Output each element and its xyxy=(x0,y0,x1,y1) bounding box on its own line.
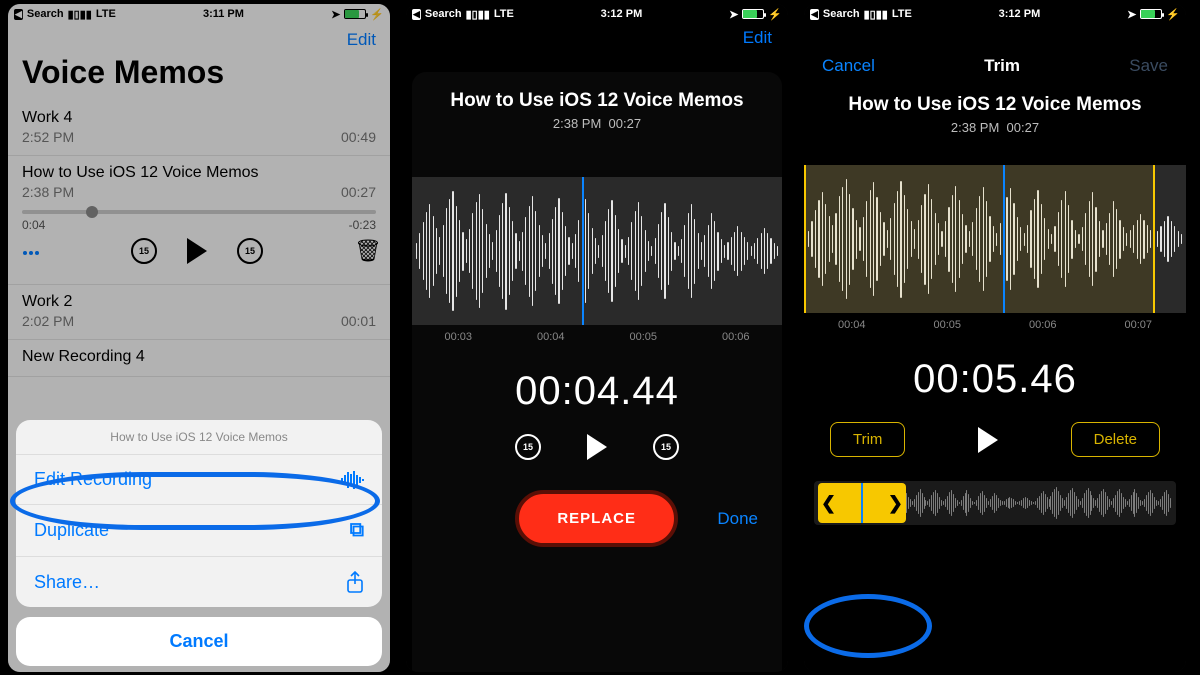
memo-row-expanded[interactable]: How to Use iOS 12 Voice Memos 2:38 PM00:… xyxy=(8,156,390,285)
cancel-button[interactable]: Cancel xyxy=(822,56,875,76)
duplicate-icon: ⧉ xyxy=(350,519,364,542)
search-label: Search xyxy=(27,8,64,20)
waveform-icon xyxy=(340,470,364,490)
charging-icon: ⚡ xyxy=(768,8,782,21)
battery-icon xyxy=(344,9,366,19)
location-icon: ➤ xyxy=(1127,8,1136,21)
charging-icon: ⚡ xyxy=(1166,8,1180,21)
status-bar: ◀ Search ▮▯▮▮ LTE 3:12 PM ➤ ⚡ xyxy=(406,4,788,24)
memo-title: How to Use iOS 12 Voice Memos xyxy=(22,164,376,182)
delete-button[interactable]: 🗑 xyxy=(354,238,376,264)
replace-button[interactable]: REPLACE xyxy=(515,490,678,547)
share-icon xyxy=(346,571,364,593)
charging-icon: ⚡ xyxy=(370,8,384,21)
play-button[interactable] xyxy=(587,434,607,460)
save-button[interactable]: Save xyxy=(1129,56,1168,76)
share-button[interactable]: Share… xyxy=(16,557,382,607)
skip-forward-15-icon[interactable] xyxy=(237,238,263,264)
clock: 3:12 PM xyxy=(601,8,643,20)
edit-button[interactable]: Edit xyxy=(406,24,788,50)
trim-grip-left[interactable]: ❮ xyxy=(821,493,836,514)
time-ruler: 00:0300:04 00:0500:06 xyxy=(412,331,782,343)
memo-subinfo: 2:38 PM 00:27 xyxy=(804,120,1186,135)
back-search-chip[interactable]: ◀ xyxy=(412,9,421,20)
clock: 3:11 PM xyxy=(203,8,244,20)
play-button[interactable] xyxy=(978,427,998,453)
skip-forward-15-icon[interactable] xyxy=(653,434,679,460)
skip-back-15-icon[interactable] xyxy=(131,238,157,264)
memo-title: How to Use iOS 12 Voice Memos xyxy=(804,94,1186,116)
memo-title: Work 4 xyxy=(22,109,376,127)
battery-icon xyxy=(742,9,764,19)
memo-title: Work 2 xyxy=(22,293,376,311)
edit-button[interactable]: Edit xyxy=(8,24,390,54)
playhead[interactable] xyxy=(582,177,584,325)
action-sheet: How to Use iOS 12 Voice Memos Edit Recor… xyxy=(16,420,382,666)
trim-handle-right[interactable] xyxy=(1153,165,1155,313)
current-time: 00:04.44 xyxy=(412,369,782,414)
status-bar: ◀ Search ▮▯▮▮ LTE 3:11 PM ➤ ⚡ xyxy=(8,4,390,24)
waveform-display[interactable] xyxy=(412,177,782,325)
memo-subinfo: 2:38 PM 00:27 xyxy=(412,116,782,131)
trim-selection[interactable]: ❮ ❯ xyxy=(818,483,906,523)
mini-playhead[interactable] xyxy=(861,483,863,523)
page-title: Voice Memos xyxy=(8,54,390,101)
delete-button[interactable]: Delete xyxy=(1071,422,1160,457)
sheet-title: How to Use iOS 12 Voice Memos xyxy=(16,420,382,455)
trim-handle-left[interactable] xyxy=(804,165,806,313)
more-options-button[interactable] xyxy=(22,242,40,260)
signal-bars-icon: ▮▯▮▮ xyxy=(68,8,92,21)
memo-row[interactable]: Work 4 2:52 PM00:49 xyxy=(8,101,390,156)
memo-row[interactable]: Work 2 2:02 PM00:01 xyxy=(8,285,390,340)
duplicate-button[interactable]: Duplicate ⧉ xyxy=(16,505,382,557)
playback-scrubber[interactable] xyxy=(22,210,376,214)
overview-track[interactable]: ❮ ❯ xyxy=(814,481,1176,525)
trim-button[interactable]: Trim xyxy=(830,422,905,457)
network-label: LTE xyxy=(96,8,116,20)
back-search-chip[interactable]: ◀ xyxy=(810,9,819,20)
location-icon: ➤ xyxy=(729,8,738,21)
memo-title: How to Use iOS 12 Voice Memos xyxy=(412,90,782,112)
memo-row[interactable]: New Recording 4 xyxy=(8,340,390,377)
annotation-highlight xyxy=(804,594,932,658)
trim-grip-right[interactable]: ❯ xyxy=(888,493,903,514)
current-time: 00:05.46 xyxy=(804,357,1186,402)
done-button[interactable]: Done xyxy=(717,509,758,529)
scrubber-knob[interactable] xyxy=(86,206,98,218)
time-ruler: 00:0400:05 00:0600:07 xyxy=(804,319,1186,331)
status-bar: ◀ Search ▮▯▮▮ LTE 3:12 PM ➤ ⚡ xyxy=(804,4,1186,24)
signal-bars-icon: ▮▯▮▮ xyxy=(864,8,888,21)
edit-recording-button[interactable]: Edit Recording xyxy=(16,455,382,505)
battery-icon xyxy=(1140,9,1162,19)
playhead[interactable] xyxy=(1003,165,1005,313)
memo-title: New Recording 4 xyxy=(22,348,376,366)
play-button[interactable] xyxy=(187,238,207,264)
skip-back-15-icon[interactable] xyxy=(515,434,541,460)
waveform-display[interactable] xyxy=(804,165,1186,313)
screen-title: Trim xyxy=(984,56,1020,76)
cancel-button[interactable]: Cancel xyxy=(16,617,382,666)
signal-bars-icon: ▮▯▮▮ xyxy=(466,8,490,21)
clock: 3:12 PM xyxy=(999,8,1041,20)
location-icon: ➤ xyxy=(331,8,340,21)
back-search-chip[interactable]: ◀ xyxy=(14,9,23,20)
